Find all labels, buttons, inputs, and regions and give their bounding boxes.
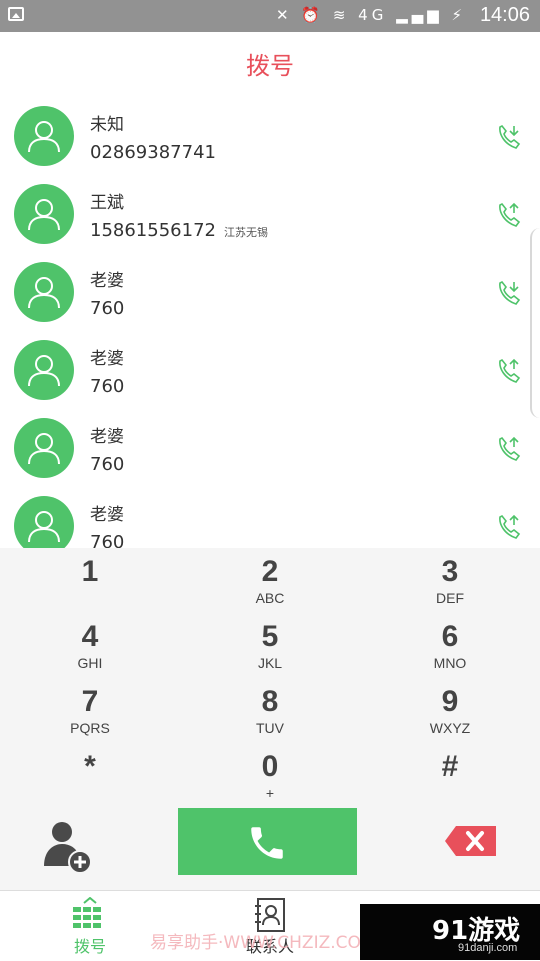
keypad-key-0[interactable]: 0 + (180, 743, 360, 808)
phone-number: 760 (90, 298, 132, 319)
avatar (14, 106, 74, 166)
key-letters: PQRS (70, 720, 110, 736)
add-contact-icon[interactable] (40, 816, 96, 876)
site-badge: 91游戏 91danji.com (360, 904, 540, 960)
phone-number-text: 15861556172 (90, 220, 216, 241)
number-location: 江苏无锡 (223, 226, 268, 239)
gallery-notification-icon (8, 7, 24, 21)
contact-name: 王斌 (90, 193, 124, 213)
phone-number-text: 02869387741 (90, 142, 216, 163)
call-log-row[interactable]: 老婆 760 (0, 334, 540, 412)
status-indicators: ✕ ⏰ ≋ 4G ▂▄▆ ⚡ (276, 6, 466, 24)
incoming-call-icon[interactable] (494, 278, 524, 308)
avatar (14, 496, 74, 548)
key-letters: WXYZ (429, 720, 471, 736)
call-button[interactable] (178, 808, 357, 875)
keypad-key-2[interactable]: 2 ABC (180, 548, 360, 613)
action-bar (0, 806, 540, 890)
avatar (14, 340, 74, 400)
keypad-key-8[interactable]: 8 TUV (180, 678, 360, 743)
phone-icon (251, 827, 283, 859)
key-letters: DEF (436, 590, 464, 606)
key-digit: 6 (441, 620, 459, 653)
call-log-row[interactable]: 老婆 760 (0, 412, 540, 490)
outgoing-call-icon[interactable] (494, 434, 524, 464)
key-digit: 7 (81, 685, 99, 718)
keypad-key-1[interactable]: 1 (0, 548, 180, 613)
key-letters: ABC (255, 590, 285, 606)
incoming-call-icon[interactable] (494, 122, 524, 152)
phone-number: 760 (90, 532, 132, 548)
phone-number-text: 760 (90, 376, 125, 397)
key-digit: 2 (261, 555, 279, 588)
phone-number-text: 760 (90, 454, 125, 475)
key-digit: 5 (261, 620, 279, 653)
outgoing-call-icon[interactable] (494, 200, 524, 230)
phone-number: 760 (90, 454, 132, 475)
keypad-key-5[interactable]: 5 JKL (180, 613, 360, 678)
watermark-text: 易享助手·WWW.CHZIZ.COM (150, 933, 376, 953)
keypad-key-star[interactable]: * (0, 743, 180, 808)
dial-keypad: 1 2 ABC 3 DEF 4 GHI 5 JKL 6 MNO 7 PQRS 8 TUV 9 WXYZ * 0 + # (0, 548, 540, 806)
backspace-icon[interactable] (444, 824, 498, 858)
outgoing-call-icon[interactable] (494, 512, 524, 542)
phone-number-text: 760 (90, 532, 125, 548)
status-time: 14:06 (479, 4, 530, 26)
phone-number: 15861556172 江苏无锡 (90, 220, 268, 241)
phone-number: 02869387741 (90, 142, 224, 163)
contact-name: 老婆 (90, 505, 124, 525)
key-letters: TUV (256, 720, 284, 736)
avatar (14, 262, 74, 322)
outgoing-call-icon[interactable] (494, 356, 524, 386)
key-digit: 0 (261, 750, 279, 783)
key-digit: * (84, 750, 96, 783)
avatar (14, 418, 74, 478)
page-title: 拨号 (246, 52, 294, 80)
keypad-key-3[interactable]: 3 DEF (360, 548, 540, 613)
call-log-row[interactable]: 未知 02869387741 (0, 100, 540, 178)
keypad-key-6[interactable]: 6 MNO (360, 613, 540, 678)
status-bar: ✕ ⏰ ≋ 4G ▂▄▆ ⚡ 14:06 (0, 0, 540, 32)
key-letters: GHI (77, 655, 103, 671)
keypad-key-7[interactable]: 7 PQRS (0, 678, 180, 743)
app-header: 拨号 (0, 32, 540, 100)
key-letters: + (265, 785, 275, 801)
key-digit: 9 (441, 685, 459, 718)
contact-name: 未知 (90, 115, 124, 135)
keypad-key-9[interactable]: 9 WXYZ (360, 678, 540, 743)
key-letters: JKL (257, 655, 283, 671)
key-letters: MNO (433, 655, 467, 671)
key-digit: 3 (441, 555, 459, 588)
key-digit: 8 (261, 685, 279, 718)
phone-number-text: 760 (90, 298, 125, 319)
call-log-row[interactable]: 老婆 760 (0, 256, 540, 334)
contact-name: 老婆 (90, 427, 124, 447)
key-digit: 1 (81, 555, 99, 588)
phone-number: 760 (90, 376, 132, 397)
call-log-list[interactable]: 未知 02869387741 王斌 15861556172 江苏无锡老婆 760 老婆 760… (0, 100, 540, 548)
contact-name: 老婆 (90, 349, 124, 369)
keypad-key-hash[interactable]: # (360, 743, 540, 808)
keypad-key-4[interactable]: 4 GHI (0, 613, 180, 678)
call-log-row[interactable]: 老婆 760 (0, 490, 540, 548)
call-log-row[interactable]: 王斌 15861556172 江苏无锡 (0, 178, 540, 256)
key-digit: # (441, 750, 459, 783)
avatar (14, 184, 74, 244)
badge-sub: 91danji.com (458, 942, 518, 954)
key-digit: 4 (81, 620, 99, 653)
dialpad-icon (73, 897, 101, 928)
contact-name: 老婆 (90, 271, 124, 291)
